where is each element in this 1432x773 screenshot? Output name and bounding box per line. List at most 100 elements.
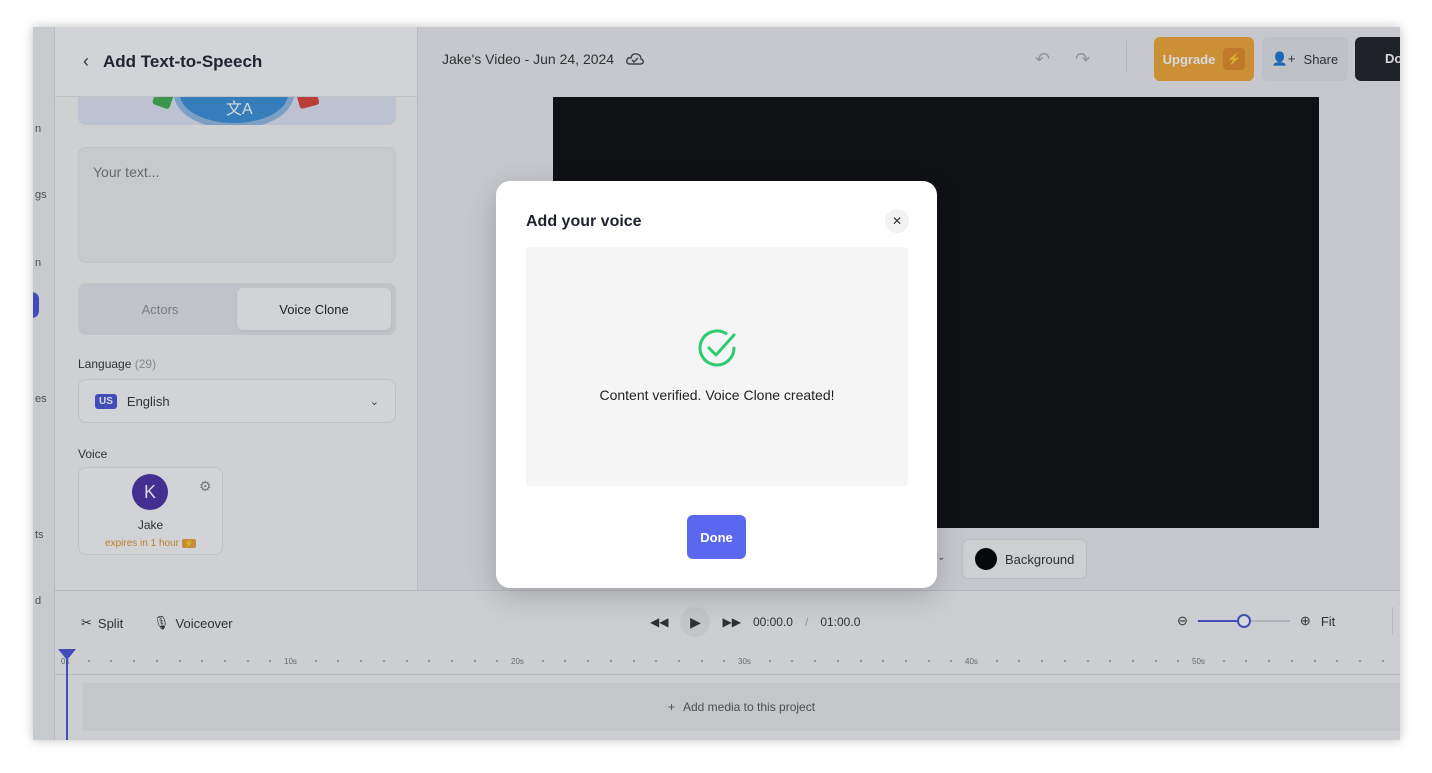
ruler-dot — [1358, 660, 1361, 662]
left-rail: n gs n es ts d — [33, 27, 55, 740]
ruler-dot — [1268, 660, 1271, 662]
add-media-label: Add media to this project — [682, 700, 816, 714]
ruler-dot — [995, 660, 998, 662]
ruler-dot — [859, 660, 862, 662]
timeline: ✂ Split 🎙 Voiceover ◀◀ ▶ ▶▶ 00:00.0 / 01… — [55, 590, 1400, 740]
rail-label[interactable]: d — [35, 595, 41, 607]
ruler-dot — [632, 660, 635, 662]
ruler-dot — [950, 660, 953, 662]
ruler-dot — [768, 660, 771, 662]
playback-controls: ◀◀ ▶ ▶▶ 00:00.0 / 01:00.0 — [650, 607, 860, 637]
ruler-tick-label: 20s — [511, 657, 524, 666]
voice-expiry-text: expires in 1 hour — [105, 538, 179, 549]
rail-label[interactable]: n — [35, 257, 41, 269]
done-button-header[interactable]: Done — [1355, 37, 1400, 81]
modal-content: Content verified. Voice Clone created! — [526, 247, 908, 486]
ruler-dot — [473, 660, 476, 662]
rewind-icon[interactable]: ◀◀ — [650, 615, 668, 629]
zoom-slider-handle[interactable] — [1236, 614, 1251, 628]
ruler-dot — [1154, 660, 1157, 662]
split-label: Split — [97, 615, 124, 631]
redo-icon[interactable]: ↷ — [1075, 49, 1090, 70]
total-time: 01:00.0 — [820, 615, 861, 629]
language-count: (29) — [134, 357, 157, 371]
bolt-icon: ⚡ — [1223, 48, 1246, 70]
check-badge-icon — [151, 97, 175, 110]
voice-card-jake[interactable]: K ⚙ Jake expires in 1 hour ⚡ — [78, 467, 223, 555]
ruler-dot — [496, 660, 499, 662]
ruler-dot — [87, 660, 90, 662]
voice-expiry: expires in 1 hour ⚡ — [79, 538, 222, 549]
zoom-out-icon[interactable]: ⊖ — [1177, 613, 1188, 629]
zoom-in-icon[interactable]: ⊕ — [1300, 613, 1311, 629]
gear-icon[interactable]: ⚙ — [199, 478, 212, 495]
ruler-dot — [655, 660, 658, 662]
ruler-dot — [1222, 660, 1225, 662]
split-button[interactable]: ✂ Split — [81, 615, 123, 631]
ruler-dot — [541, 660, 544, 662]
rail-label[interactable]: es — [35, 393, 47, 405]
background-swatch — [975, 548, 997, 570]
background-button[interactable]: Background — [962, 539, 1087, 579]
rail-label[interactable]: n — [35, 123, 41, 135]
time-separator: / — [804, 615, 809, 629]
ruler-dot — [1336, 660, 1339, 662]
zoom-slider[interactable] — [1197, 614, 1290, 628]
ruler-dot — [904, 660, 907, 662]
language-value: English — [126, 393, 170, 409]
add-media-track[interactable]: + Add media to this project — [83, 683, 1400, 731]
ruler-tick-label: 40s — [965, 657, 978, 666]
ruler-dot — [882, 660, 885, 662]
language-select[interactable]: US English ⌄ — [78, 379, 396, 423]
ruler-dot — [1041, 660, 1044, 662]
ruler-dot — [1290, 660, 1293, 662]
ruler-dot — [246, 660, 249, 662]
ruler-dot — [155, 660, 158, 662]
undo-icon[interactable]: ↶ — [1035, 49, 1050, 70]
upgrade-label: Upgrade — [1162, 51, 1216, 67]
tab-voice-clone[interactable]: Voice Clone — [237, 288, 391, 330]
rail-label[interactable]: ts — [35, 529, 44, 541]
tab-actors[interactable]: Actors — [83, 288, 237, 330]
ruler-dot — [1063, 660, 1066, 662]
avatar: K — [132, 474, 168, 510]
timeline-ruler[interactable]: 0s10s20s30s40s50s — [55, 649, 1400, 675]
microphone-icon: 🎙 — [153, 615, 170, 630]
ruler-tick-label: 50s — [1192, 657, 1205, 666]
voice-label: Voice — [78, 447, 108, 461]
ruler-dot — [314, 660, 317, 662]
bolt-icon: ⚡ — [181, 539, 196, 548]
current-time: 00:00.0 — [752, 615, 793, 629]
ruler-dot — [1086, 660, 1089, 662]
ruler-tick-label: 30s — [738, 657, 751, 666]
check-circle-icon — [698, 329, 736, 367]
voiceover-button[interactable]: 🎙 Voiceover — [153, 615, 233, 631]
plus-icon: + — [667, 700, 675, 714]
ruler-dot — [1245, 660, 1248, 662]
chevron-down-icon[interactable]: ⌄ — [937, 552, 945, 563]
play-icon: ▶ — [690, 613, 701, 630]
rail-active-indicator — [33, 292, 39, 318]
chevron-down-icon: ⌄ — [369, 395, 379, 408]
ruler-dot — [609, 660, 612, 662]
upgrade-button[interactable]: Upgrade ⚡ — [1154, 37, 1254, 81]
heart-badge-icon — [296, 97, 320, 110]
panel-title: Add Text-to-Speech — [103, 51, 263, 71]
fit-button[interactable]: Fit — [1321, 614, 1335, 629]
voice-name: Jake — [137, 518, 164, 532]
background-label: Background — [1005, 551, 1075, 567]
play-button[interactable]: ▶ — [680, 607, 711, 637]
rail-label[interactable]: gs — [35, 189, 47, 201]
done-button[interactable]: Done — [687, 515, 746, 559]
ruler-dot — [133, 660, 136, 662]
close-icon[interactable]: ✕ — [885, 209, 909, 233]
project-title-text: Jake's Video - Jun 24, 2024 — [442, 51, 615, 67]
project-title[interactable]: Jake's Video - Jun 24, 2024 — [442, 51, 645, 67]
fast-forward-icon[interactable]: ▶▶ — [722, 615, 740, 629]
share-button[interactable]: 👤+ Share — [1262, 37, 1348, 81]
tts-text-input[interactable] — [78, 147, 396, 263]
chevron-left-icon[interactable]: ‹ — [83, 51, 89, 72]
translate-icon: 文A — [226, 101, 253, 118]
ruler-dot — [1018, 660, 1021, 662]
ruler-dot — [178, 660, 181, 662]
